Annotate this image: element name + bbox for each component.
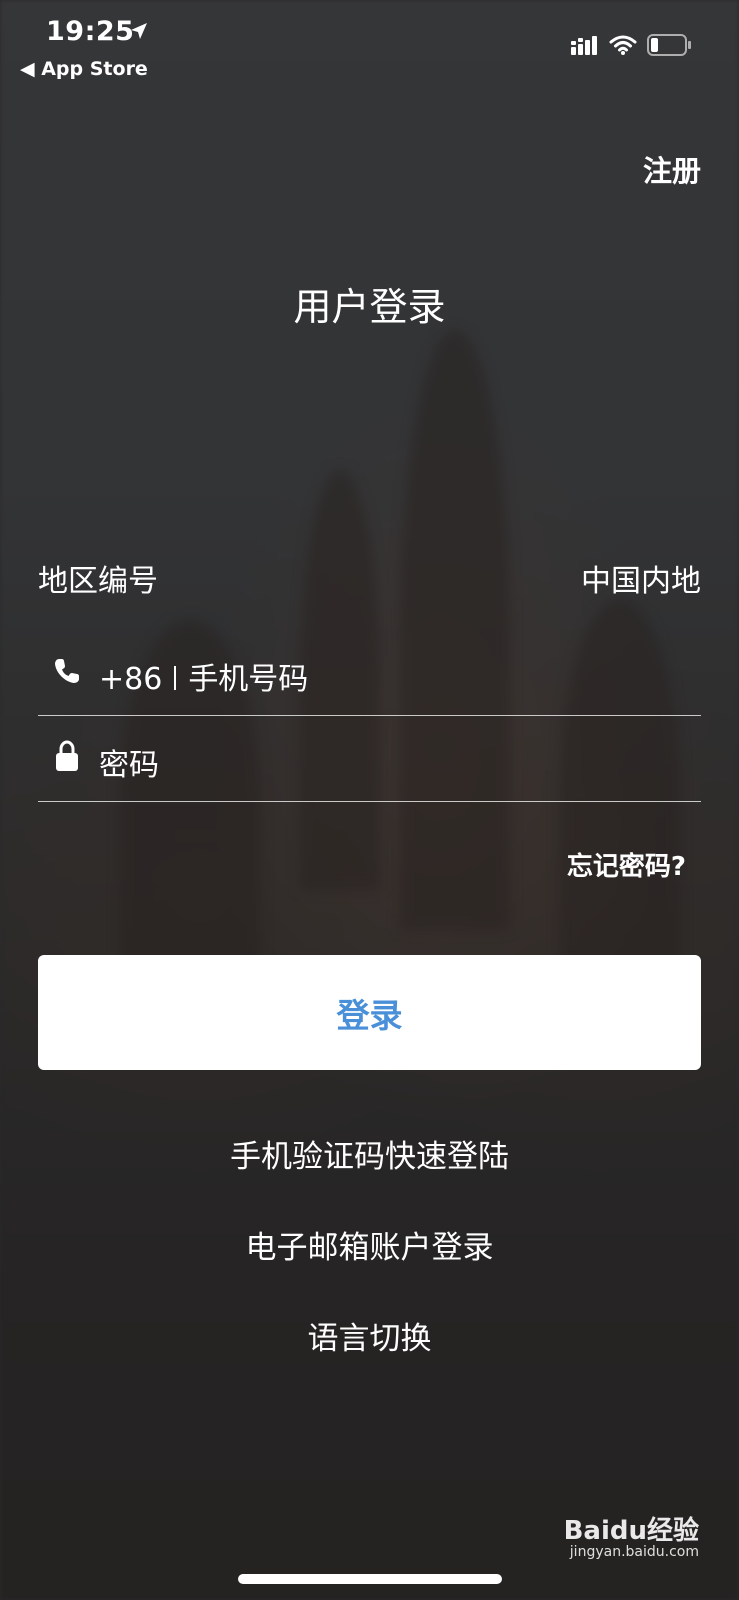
- back-to-app-store-link[interactable]: ◀ App Store: [20, 58, 148, 80]
- register-link[interactable]: 注册: [643, 148, 701, 190]
- phone-input-placeholder: 手机号码: [188, 662, 309, 697]
- status-icons: [571, 34, 691, 60]
- email-login-link[interactable]: 电子邮箱账户登录: [0, 1222, 739, 1267]
- divider: [174, 665, 177, 690]
- password-input-placeholder: 密码: [99, 748, 159, 783]
- watermark-url: jingyan.baidu.com: [569, 1544, 699, 1560]
- wifi-icon: [609, 35, 637, 59]
- language-switch-link[interactable]: 语言切换: [0, 1313, 739, 1358]
- status-time: 19:25: [46, 16, 135, 47]
- page-title: 用户登录: [293, 285, 446, 329]
- location-arrow-icon: [130, 22, 148, 44]
- region-selector[interactable]: 中国内地: [581, 556, 701, 600]
- region-label: 地区编号: [38, 564, 158, 599]
- login-button[interactable]: 登录: [38, 955, 701, 1070]
- signal-icon: [571, 35, 599, 59]
- baidu-watermark: Baidu经验: [563, 1516, 699, 1546]
- sms-code-login-link[interactable]: 手机验证码快速登陆: [0, 1131, 739, 1176]
- forgot-password-link[interactable]: 忘记密码?: [567, 846, 686, 883]
- password-field[interactable]: 密码: [38, 710, 701, 802]
- battery-icon: [647, 34, 691, 60]
- phone-field[interactable]: +86 手机号码: [38, 624, 701, 716]
- phone-icon: [52, 656, 82, 690]
- home-indicator[interactable]: [238, 1574, 502, 1584]
- lock-icon: [55, 740, 79, 776]
- country-code: +86: [99, 662, 163, 697]
